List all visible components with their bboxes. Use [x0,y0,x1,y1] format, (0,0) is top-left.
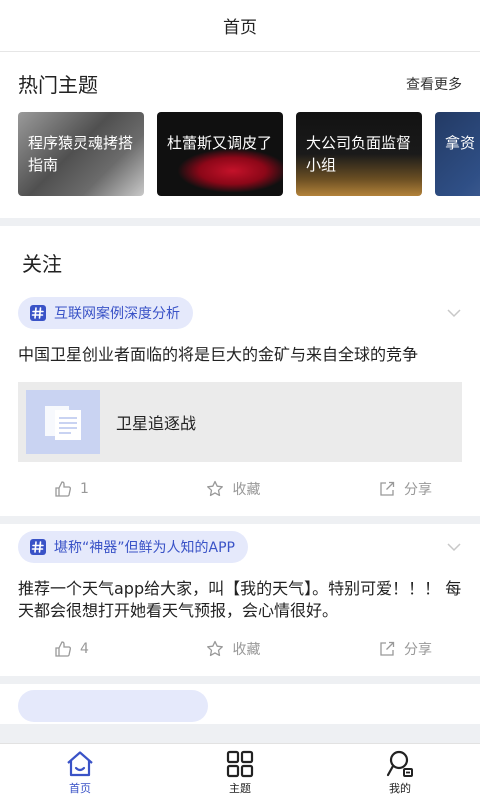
post-actions: 1 收藏 分享 [18,462,462,516]
post-header: 互联网案例深度分析 [18,296,462,330]
share-label: 分享 [403,482,432,498]
post-text: 推荐一个天气app给大家，叫【我的天气】。特别可爱！！！ 每天都会很想打开她看天… [18,579,462,620]
share-button[interactable]: 分享 [378,639,432,659]
like-count: 4 [80,641,89,657]
chevron-down-icon[interactable] [446,305,462,321]
share-icon [380,481,395,496]
chevron-down-icon[interactable] [446,539,462,555]
hot-topic-card[interactable]: 大公司负面监督小组 [296,112,422,196]
post-text: 中国卫星创业者面临的将是巨大的金矿与来自全球的竞争 [18,345,419,364]
favorite-label: 收藏 [232,642,261,658]
thumbs-up-icon [55,641,71,657]
tab-profile[interactable]: 我的 [320,744,480,800]
tab-label: 首页 [69,781,91,795]
like-button[interactable]: 4 [54,640,89,658]
feed-post[interactable]: 堪称“神器”但鲜为人知的APP 推荐一个天气app给大家，叫【我的天气】。特别可… [0,524,480,676]
topic-tag-label: 互联网案例深度分析 [54,306,180,322]
topic-tag[interactable]: 堪称“神器”但鲜为人知的APP [18,531,248,563]
topic-tag-label: 堪称“神器”但鲜为人知的APP [54,540,235,556]
hot-topic-card-label: 大公司负面监督小组 [306,134,412,174]
bottom-tab-bar: 首页 主题 我的 [0,743,480,800]
home-icon [67,750,93,776]
like-button[interactable]: 1 [54,480,89,498]
share-label: 分享 [403,642,432,658]
topic-hash-icon [30,539,46,555]
favorite-label: 收藏 [232,482,261,498]
hot-topic-card-label: 杜蕾斯又调皮了 [167,134,273,152]
share-button[interactable]: 分享 [378,479,432,499]
topic-hash-icon [30,305,46,321]
like-count: 1 [80,481,89,497]
tab-label: 我的 [389,781,411,795]
hot-topic-card[interactable]: 杜蕾斯又调皮了 [157,112,283,196]
share-icon [380,641,395,656]
grid-icon [226,750,254,777]
star-icon [207,640,224,657]
follow-title: 关注 [22,252,62,276]
feed-post-partial[interactable] [0,684,480,724]
hot-topic-card-label: 程序猿灵魂拷搭指南 [28,134,134,174]
hot-topics-title: 热门主题 [18,73,98,97]
star-icon [207,480,224,497]
favorite-button[interactable]: 收藏 [206,479,260,499]
post-header: 堪称“神器”但鲜为人知的APP [18,530,462,564]
hot-topics-carousel[interactable]: 程序猿灵魂拷搭指南 杜蕾斯又调皮了 大公司负面监督小组 拿资 [18,112,480,196]
tab-topics[interactable]: 主题 [160,744,320,800]
topic-tag[interactable] [18,690,208,722]
topic-tag[interactable]: 互联网案例深度分析 [18,297,193,329]
hot-topics-header: 热门主题 查看更多 [18,69,480,98]
feed-post[interactable]: 互联网案例深度分析 中国卫星创业者面临的将是巨大的金矿与来自全球的竞争 卫星追逐… [0,290,480,516]
tab-home[interactable]: 首页 [0,744,160,800]
hot-topic-card[interactable]: 拿资 [435,112,480,196]
thumbs-up-icon [55,481,71,497]
document-thumbnail [26,390,100,454]
page-title: 首页 [223,18,257,38]
hot-topic-card[interactable]: 程序猿灵魂拷搭指南 [18,112,144,196]
follow-header: 关注 [0,226,480,290]
hot-topic-card-label: 拿资 [445,134,476,152]
attachment-title: 卫星追逐战 [116,414,197,433]
content-scroll[interactable]: 热门主题 查看更多 程序猿灵魂拷搭指南 杜蕾斯又调皮了 大公司负面监督小组 拿资… [0,53,480,743]
post-attachment[interactable]: 卫星追逐战 [18,382,462,462]
top-navbar: 首页 [0,0,480,52]
tab-label: 主题 [229,781,251,795]
hot-topics-section: 热门主题 查看更多 程序猿灵魂拷搭指南 杜蕾斯又调皮了 大公司负面监督小组 拿资 [0,53,480,218]
view-more-link[interactable]: 查看更多 [406,74,462,94]
post-actions: 4 收藏 分享 [18,622,462,676]
profile-icon [386,750,413,777]
favorite-button[interactable]: 收藏 [206,639,260,659]
document-icon [45,406,81,440]
